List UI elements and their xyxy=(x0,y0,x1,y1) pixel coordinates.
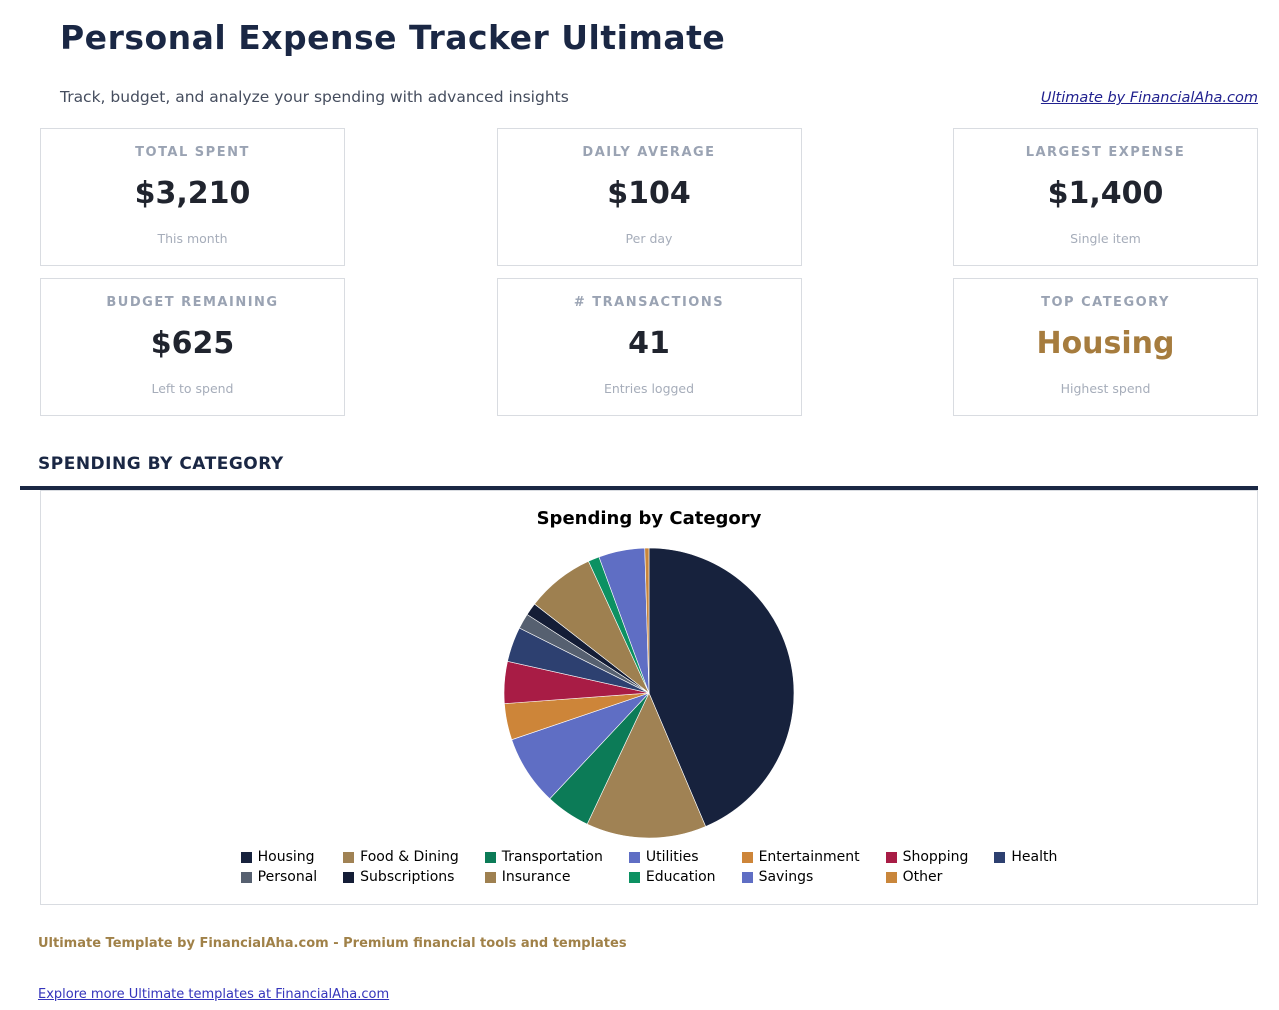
legend-label: Insurance xyxy=(501,869,571,885)
page-subtitle: Track, budget, and analyze your spending… xyxy=(60,88,569,106)
legend-item-health: Health xyxy=(994,849,1057,865)
chart-legend: Housing Food & Dining Transportation Utilit… xyxy=(240,849,1057,885)
card-label: TOP CATEGORY xyxy=(1041,295,1170,310)
card-subtext: Per day xyxy=(625,231,673,246)
card-subtext: This month xyxy=(157,231,228,246)
card-total-spent: TOTAL SPENT $3,210 This month xyxy=(40,128,345,266)
legend-swatch-subscriptions xyxy=(343,871,355,883)
expense-tracker-page: Personal Expense Tracker Ultimate Track,… xyxy=(0,18,1279,1010)
legend-swatch-transportation xyxy=(484,851,496,863)
card-label: LARGEST EXPENSE xyxy=(1025,145,1186,160)
card-value: $3,210 xyxy=(134,176,251,211)
footer-link[interactable]: Explore more Ultimate templates at Finan… xyxy=(38,987,389,1002)
legend-item-education: Education xyxy=(628,869,716,885)
card-value: $1,400 xyxy=(1047,176,1164,211)
legend-swatch-food-dining xyxy=(343,851,355,863)
legend-swatch-personal xyxy=(240,871,252,883)
legend-item-personal: Personal xyxy=(240,869,318,885)
card-transactions: # TRANSACTIONS 41 Entries logged xyxy=(496,278,802,416)
legend-label: Savings xyxy=(758,869,814,885)
legend-item-utilities: Utilities xyxy=(628,849,716,865)
card-value: 41 xyxy=(628,326,670,361)
card-top-category: TOP CATEGORY Housing Highest spend xyxy=(953,278,1258,416)
pie-chart xyxy=(503,547,795,839)
chart-title: Spending by Category xyxy=(536,508,762,529)
card-value-top-category: Housing xyxy=(1036,326,1175,361)
legend-item-savings: Savings xyxy=(741,869,860,885)
legend-item-housing: Housing xyxy=(240,849,318,865)
legend-label: Subscriptions xyxy=(360,869,455,885)
legend-label: Personal xyxy=(257,869,318,885)
legend-label: Housing xyxy=(257,849,315,865)
legend-item-insurance: Insurance xyxy=(484,869,603,885)
card-label: TOTAL SPENT xyxy=(135,145,250,160)
legend-swatch-savings xyxy=(741,871,753,883)
card-subtext: Entries logged xyxy=(603,381,695,396)
legend-label: Health xyxy=(1011,849,1058,865)
footer-tagline: Ultimate Template by FinancialAha.com - … xyxy=(38,936,627,951)
card-subtext: Single item xyxy=(1070,231,1141,246)
legend-label: Food & Dining xyxy=(360,849,459,865)
legend-swatch-education xyxy=(628,871,640,883)
legend-item-food-dining: Food & Dining xyxy=(343,849,459,865)
card-label: BUDGET REMAINING xyxy=(106,295,279,310)
card-value: $104 xyxy=(607,176,691,211)
legend-item-entertainment: Entertainment xyxy=(741,849,860,865)
legend-swatch-health xyxy=(994,851,1006,863)
legend-label: Education xyxy=(645,869,716,885)
legend-swatch-shopping xyxy=(885,851,897,863)
legend-swatch-utilities xyxy=(628,851,640,863)
legend-item-transportation: Transportation xyxy=(484,849,603,865)
card-subtext: Left to spend xyxy=(151,381,234,396)
legend-swatch-other xyxy=(885,871,897,883)
card-value: $625 xyxy=(150,326,235,361)
legend-swatch-entertainment xyxy=(741,851,753,863)
card-largest-expense: LARGEST EXPENSE $1,400 Single item xyxy=(953,128,1258,266)
legend-item-other: Other xyxy=(885,869,969,885)
card-label: DAILY AVERAGE xyxy=(582,145,716,160)
legend-label: Other xyxy=(902,869,943,885)
card-label: # TRANSACTIONS xyxy=(573,295,725,310)
legend-item-shopping: Shopping xyxy=(885,849,969,865)
card-budget-remaining: BUDGET REMAINING $625 Left to spend xyxy=(40,278,345,416)
legend-swatch-insurance xyxy=(484,871,496,883)
legend-label: Utilities xyxy=(645,849,699,865)
section-header-spending-by-category: SPENDING BY CATEGORY xyxy=(20,454,1258,490)
chart-panel: Spending by Category Housing Food & Dinin… xyxy=(40,490,1258,905)
page-title: Personal Expense Tracker Ultimate xyxy=(60,18,726,57)
brand-link[interactable]: Ultimate by FinancialAha.com xyxy=(1041,90,1258,106)
legend-label: Transportation xyxy=(501,849,603,865)
stat-cards-grid: TOTAL SPENT $3,210 This month DAILY AVER… xyxy=(40,128,1258,416)
legend-swatch-housing xyxy=(240,851,252,863)
card-daily-average: DAILY AVERAGE $104 Per day xyxy=(496,128,802,266)
subtitle-row: Track, budget, and analyze your spending… xyxy=(40,88,1258,106)
card-subtext: Highest spend xyxy=(1060,381,1151,396)
legend-item-subscriptions: Subscriptions xyxy=(343,869,459,885)
legend-label: Entertainment xyxy=(758,849,860,865)
legend-label: Shopping xyxy=(902,849,969,865)
